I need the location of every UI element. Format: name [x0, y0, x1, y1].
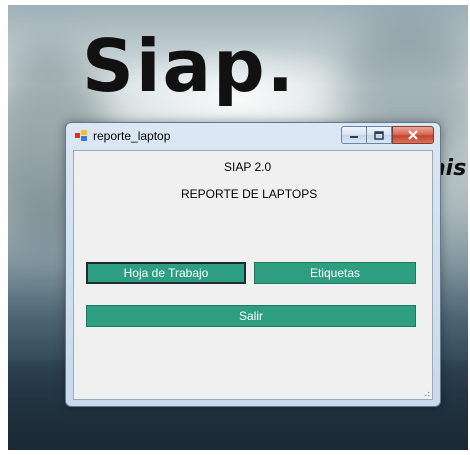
minimize-icon: [350, 136, 358, 138]
close-icon: [408, 130, 418, 140]
app-version-label: SIAP 2.0: [224, 160, 272, 174]
siap-logo: Siap.: [82, 24, 297, 108]
window-title: reporte_laptop: [93, 129, 171, 143]
resize-grip-icon[interactable]: [422, 389, 430, 397]
etiquetas-button[interactable]: Etiquetas: [254, 262, 416, 284]
report-title-label: REPORTE DE LAPTOPS: [181, 187, 318, 201]
maximize-icon: [374, 130, 384, 140]
title-bar[interactable]: reporte_laptop: [66, 123, 440, 149]
minimize-button[interactable]: [341, 126, 367, 144]
reporte-laptop-window: reporte_laptop SIAP 2.0 REPORTE DE LAPTO…: [65, 122, 441, 407]
app-icon: [75, 130, 87, 141]
close-button[interactable]: [392, 126, 434, 144]
maximize-button[interactable]: [366, 126, 392, 144]
salir-button[interactable]: Salir: [86, 305, 416, 327]
form-client-area: SIAP 2.0 REPORTE DE LAPTOPS Hoja de Trab…: [73, 150, 433, 400]
hoja-de-trabajo-button[interactable]: Hoja de Trabajo: [86, 262, 246, 284]
